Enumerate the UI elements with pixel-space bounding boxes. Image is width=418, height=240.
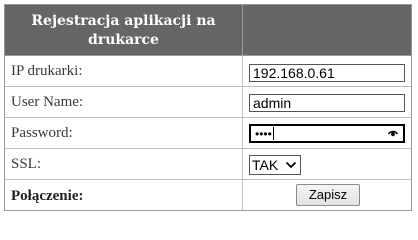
ssl-row: SSL: TAK (5, 149, 411, 180)
password-row: Password: •••• (5, 118, 411, 149)
ssl-label: SSL: (11, 156, 42, 172)
eye-icon[interactable] (388, 129, 398, 137)
password-label: Password: (11, 125, 73, 141)
username-input[interactable]: admin (249, 94, 405, 112)
header-cell: Rejestracja aplikacji na drukarce (5, 5, 243, 55)
save-button[interactable]: Zapisz (296, 184, 360, 206)
ip-label: IP drukarki: (11, 63, 83, 79)
panel-title-line2: drukarce (88, 32, 159, 48)
printer-registration-panel: Rejestracja aplikacji na drukarce IP dru… (4, 4, 412, 211)
panel-title: Rejestracja aplikacji na drukarce (5, 12, 242, 50)
ssl-select[interactable]: TAK (249, 155, 301, 175)
username-label: User Name: (11, 94, 84, 110)
password-masked-value: •••• (255, 127, 274, 141)
ssl-selected-value: TAK (252, 157, 279, 173)
connection-row: Połączenie: Zapisz (5, 180, 411, 210)
connection-label: Połączenie: (11, 188, 84, 204)
ip-row: IP drukarki: 192.168.0.61 (5, 56, 411, 87)
panel-title-line1: Rejestracja aplikacji na (31, 13, 216, 29)
header-empty-cell (243, 5, 411, 55)
ip-input[interactable]: 192.168.0.61 (249, 64, 405, 82)
username-row: User Name: admin (5, 87, 411, 118)
password-input[interactable]: •••• (249, 124, 405, 143)
panel-header: Rejestracja aplikacji na drukarce (5, 5, 411, 56)
chevron-down-icon (285, 161, 297, 169)
text-caret (272, 127, 274, 140)
